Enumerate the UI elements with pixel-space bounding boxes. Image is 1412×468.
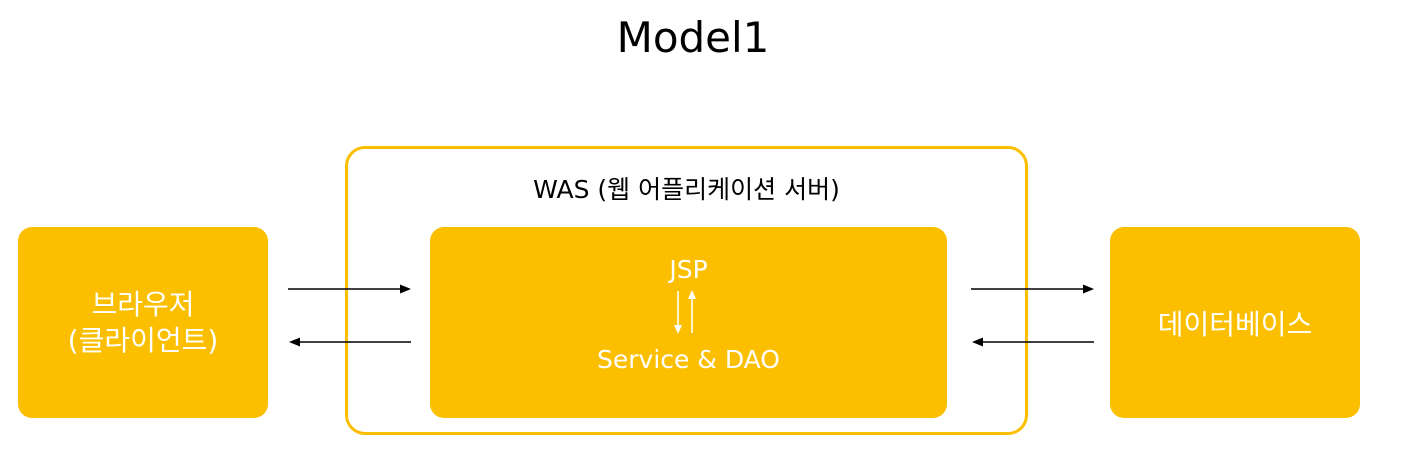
- down-arrow-icon: [674, 291, 682, 334]
- database-label: 데이터베이스: [1157, 307, 1313, 341]
- browser-label: 브라우저: [91, 287, 195, 321]
- diagram-title: Model1: [616, 13, 770, 62]
- jsp-service-box: JSP Service & DAO: [430, 227, 947, 418]
- up-arrow-icon: [688, 290, 696, 333]
- database-box: 데이터베이스: [1110, 227, 1360, 418]
- jsp-service-arrows: [674, 290, 696, 334]
- browser-client-box: 브라우저 (클라이언트): [18, 227, 268, 418]
- service-dao-label: Service & DAO: [597, 345, 780, 374]
- client-label: (클라이언트): [67, 323, 219, 357]
- jsp-label: JSP: [669, 255, 708, 284]
- was-label: WAS (웹 어플리케이션 서버): [533, 175, 840, 204]
